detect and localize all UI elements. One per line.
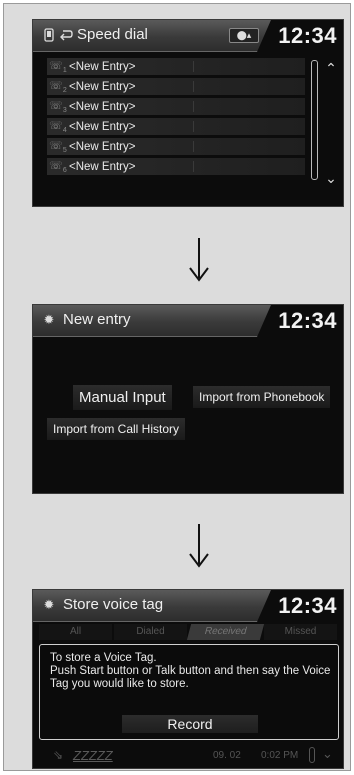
tab-received[interactable]: Received <box>186 624 265 640</box>
list-item-label: <New Entry> <box>69 100 136 113</box>
new-entry-screen: ✹ New entry 12:34 Manual Input Import fr… <box>32 304 344 494</box>
scrollbar[interactable] <box>311 60 318 180</box>
list-item[interactable]: ☏5 <New Entry> <box>47 138 305 155</box>
call-date: 09. 02 <box>213 750 241 761</box>
bluetooth-signal-icon: ⬤▴ <box>229 28 259 43</box>
divider <box>193 141 194 152</box>
list-item-label: <New Entry> <box>69 120 136 133</box>
clock: 12:34 <box>278 593 337 618</box>
settings-gear-icon: ✹ <box>43 312 55 327</box>
scroll-down-icon[interactable]: ⌄ <box>322 746 333 762</box>
speed-dial-handset-icon: ☏6 <box>49 159 67 175</box>
import-from-call-history-button[interactable]: Import from Call History <box>47 418 186 440</box>
speed-dial-handset-icon: ☏1 <box>49 59 67 75</box>
divider <box>193 101 194 112</box>
clock: 12:34 <box>278 308 337 333</box>
list-item-label: <New Entry> <box>69 80 136 93</box>
manual-illustration-frame: Speed dial ⬤▴ 12:34 ☏1 <New Entry> ☏2 <N… <box>3 3 351 771</box>
record-button[interactable]: Record <box>122 715 258 733</box>
store-voice-tag-screen: ✹ Store voice tag 12:34 All Dialed Recei… <box>32 589 344 769</box>
page-title: Store voice tag <box>63 596 164 613</box>
call-history-tabs: All Dialed Received Missed <box>39 624 339 640</box>
tab-missed[interactable]: Missed <box>264 624 337 640</box>
divider <box>193 161 194 172</box>
page-title: New entry <box>63 311 131 328</box>
down-arrow-icon <box>189 238 209 282</box>
voice-tag-dialog: To store a Voice Tag. Push Start button … <box>39 644 339 740</box>
list-item-label: <New Entry> <box>69 160 136 173</box>
list-item[interactable]: ☏3 <New Entry> <box>47 98 305 115</box>
speed-dial-screen: Speed dial ⬤▴ 12:34 ☏1 <New Entry> ☏2 <N… <box>32 19 344 207</box>
divider <box>193 121 194 132</box>
manual-input-button[interactable]: Manual Input <box>73 385 172 410</box>
speed-dial-handset-icon: ☏5 <box>49 139 67 155</box>
page-title: Speed dial <box>77 26 148 43</box>
speed-dial-handset-icon: ☏3 <box>49 99 67 115</box>
list-item[interactable]: ☏1 <New Entry> <box>47 58 305 75</box>
speed-dial-handset-icon: ☏4 <box>49 119 67 135</box>
list-item[interactable]: ☏4 <New Entry> <box>47 118 305 135</box>
speed-dial-handset-icon: ☏2 <box>49 79 67 95</box>
scrollbar[interactable] <box>309 747 315 763</box>
header-bar: ✹ New entry 12:34 <box>33 305 343 337</box>
header-bar: ✹ Store voice tag 12:34 <box>33 590 343 622</box>
list-item[interactable]: ⇘ ZZZZZ 09. 02 0:02 PM ⌄ <box>33 745 343 767</box>
phone-icon <box>41 27 57 43</box>
divider <box>193 81 194 92</box>
clock: 12:34 <box>278 23 337 48</box>
received-call-icon: ⇘ <box>53 748 64 762</box>
divider <box>193 61 194 72</box>
down-arrow-icon <box>189 524 209 568</box>
speed-dial-list: ☏1 <New Entry> ☏2 <New Entry> ☏3 <New En… <box>47 58 305 178</box>
header-bar: Speed dial ⬤▴ 12:34 <box>33 20 343 52</box>
settings-gear-icon: ✹ <box>43 597 55 612</box>
list-item[interactable]: ☏6 <New Entry> <box>47 158 305 175</box>
list-item-label: <New Entry> <box>69 140 136 153</box>
call-time: 0:02 PM <box>261 750 299 761</box>
list-item[interactable]: ☏2 <New Entry> <box>47 78 305 95</box>
tab-dialed[interactable]: Dialed <box>114 624 187 640</box>
scroll-down-icon[interactable]: ⌄︎ <box>322 170 340 187</box>
scroll-up-icon[interactable]: ⌃︎ <box>322 60 340 77</box>
back-icon[interactable] <box>58 27 74 43</box>
tab-all[interactable]: All <box>39 624 112 640</box>
list-item-label: <New Entry> <box>69 60 136 73</box>
import-from-phonebook-button[interactable]: Import from Phonebook <box>193 386 331 408</box>
contact-name: ZZZZZ <box>73 748 113 763</box>
dialog-message: To store a Voice Tag. Push Start button … <box>50 652 331 690</box>
